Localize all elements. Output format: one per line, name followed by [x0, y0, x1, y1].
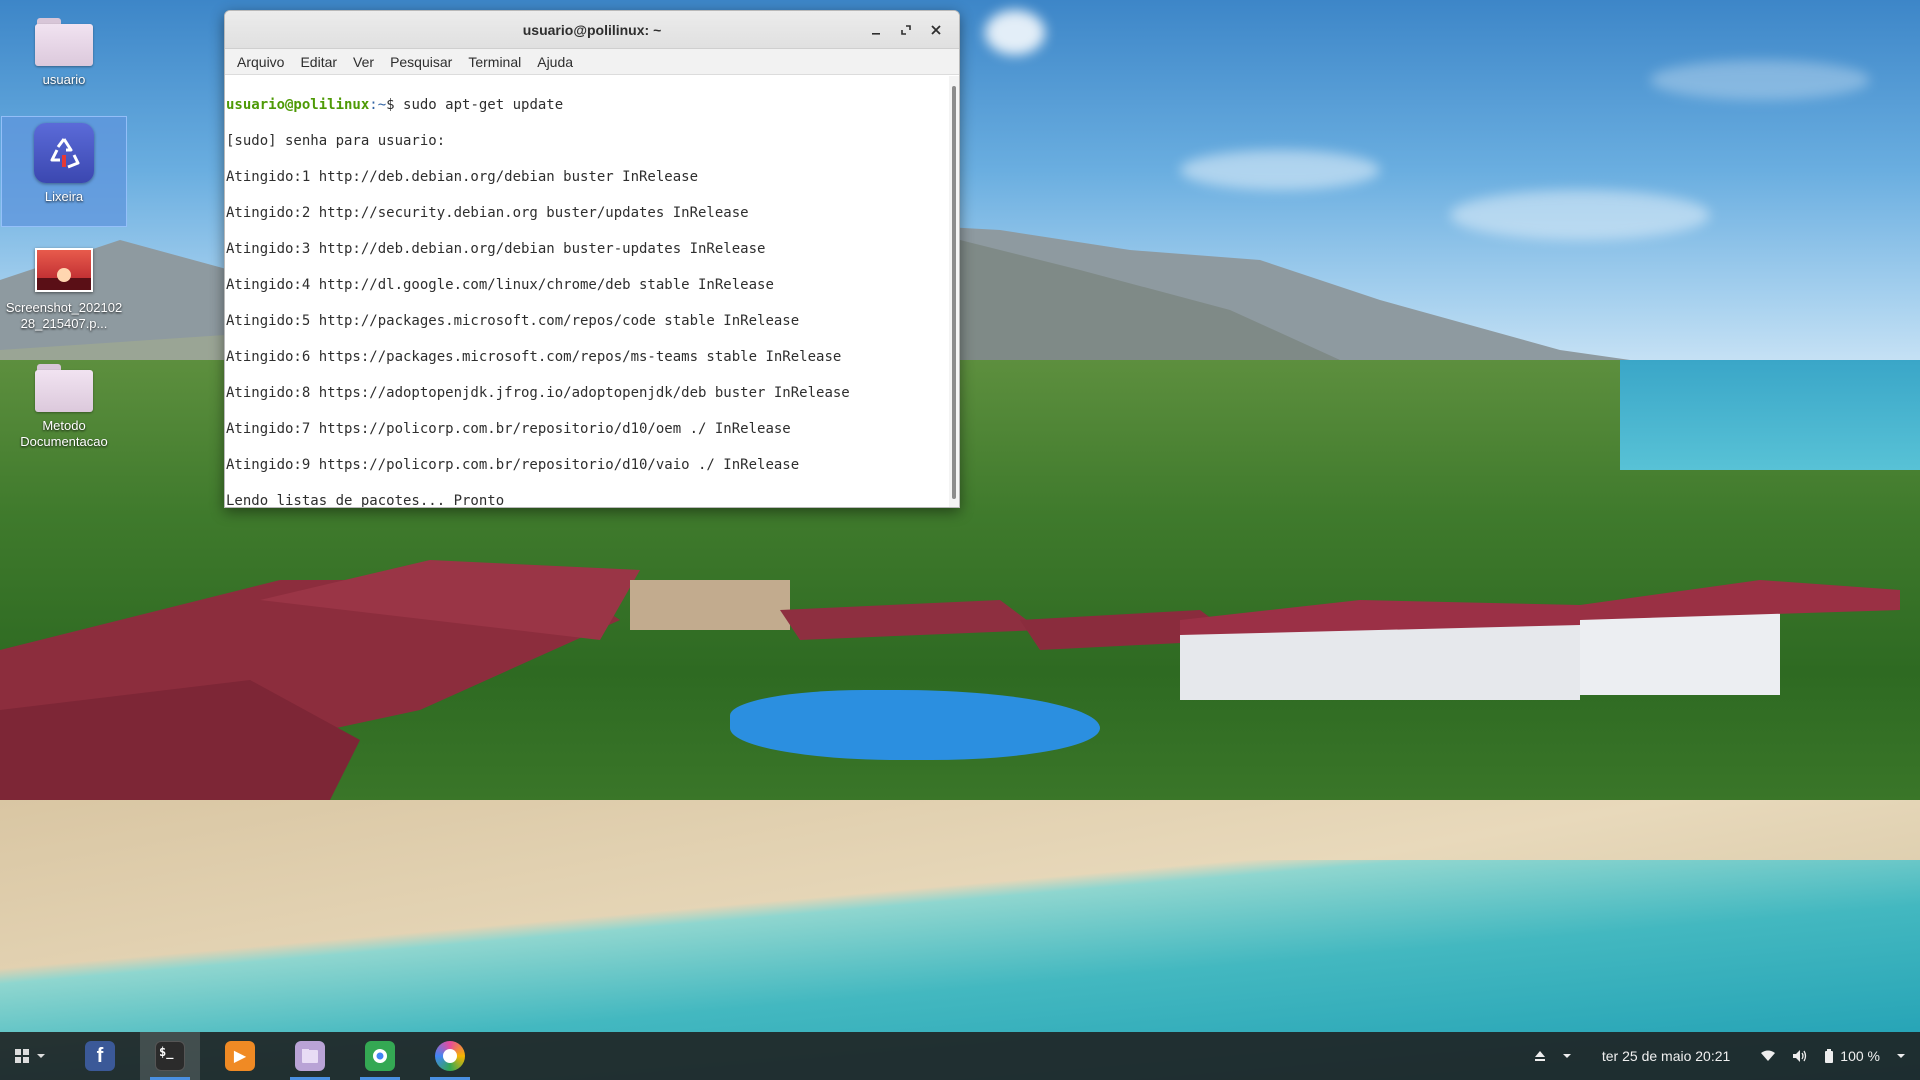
recycle-bin-icon [34, 123, 94, 183]
terminal-line: Lendo listas de pacotes... Pronto [226, 493, 505, 508]
menu-ver[interactable]: Ver [345, 54, 382, 70]
close-button[interactable] [921, 16, 951, 44]
menu-ajuda[interactable]: Ajuda [529, 54, 581, 70]
taskbar-chrome-web-store[interactable] [350, 1032, 410, 1080]
desktop-icon-trash[interactable]: Lixeira [1, 116, 127, 227]
folder-icon [35, 362, 93, 412]
taskbar-terminal[interactable]: $_ [140, 1032, 200, 1080]
desktop-icon-metodo-documentacao[interactable]: Metodo Documentacao [1, 352, 127, 450]
terminal-line: Atingido:8 https://adoptopenjdk.jfrog.io… [226, 385, 850, 401]
chevron-down-icon [1562, 1054, 1571, 1058]
folder-icon [35, 16, 93, 66]
window-titlebar[interactable]: usuario@polilinux: ~ [225, 11, 959, 49]
taskbar-color-app[interactable] [420, 1032, 480, 1080]
menu-terminal[interactable]: Terminal [460, 54, 529, 70]
play-icon: ▶ [225, 1041, 255, 1071]
terminal-line: Atingido:1 http://deb.debian.org/debian … [226, 169, 699, 185]
menu-pesquisar[interactable]: Pesquisar [382, 54, 460, 70]
desktop-icon-label: Lixeira [44, 189, 84, 204]
terminal-command-line: usuario@polilinux:~$ sudo apt-get update [226, 96, 949, 114]
tray-menu-button[interactable] [1554, 1051, 1580, 1061]
app-launcher-button[interactable] [0, 1032, 60, 1080]
terminal-line: Atingido:9 https://policorp.com.br/repos… [226, 457, 800, 473]
terminal-line: Atingido:2 http://security.debian.org bu… [226, 205, 749, 221]
system-tray: ter 25 de maio 20:21 100 % [1526, 1032, 1920, 1080]
menu-arquivo[interactable]: Arquivo [229, 54, 292, 70]
close-icon [931, 25, 941, 35]
terminal-command: sudo apt-get update [403, 97, 564, 113]
files-icon [295, 1041, 325, 1071]
power-menu-button[interactable] [1888, 1051, 1920, 1061]
taskbar-media-player[interactable]: ▶ [210, 1032, 270, 1080]
store-icon [365, 1041, 395, 1071]
terminal-menubar: Arquivo Editar Ver Pesquisar Terminal Aj… [225, 49, 959, 75]
minimize-icon [872, 33, 880, 35]
app-grid-icon [15, 1049, 29, 1063]
menu-editar[interactable]: Editar [292, 54, 345, 70]
clock[interactable]: ter 25 de maio 20:21 [1580, 1048, 1752, 1064]
desktop-icon-label: Screenshot_20210228_215407.p... [5, 300, 123, 331]
battery-indicator[interactable]: 100 % [1816, 1048, 1888, 1064]
wifi-indicator[interactable] [1752, 1050, 1784, 1062]
prompt-user: usuario@polilinux [226, 97, 370, 113]
chevron-down-icon [37, 1054, 45, 1058]
prompt-path: :~ [369, 97, 387, 113]
image-file-icon [35, 248, 93, 292]
desktop-icon-screenshot[interactable]: Screenshot_20210228_215407.p... [1, 240, 127, 332]
terminal-line: Atingido:6 https://packages.microsoft.co… [226, 349, 842, 365]
terminal-output[interactable]: usuario@polilinux:~$ sudo apt-get update… [225, 76, 949, 507]
desktop-icon-label: usuario [42, 72, 86, 87]
terminal-line: Atingido:3 http://deb.debian.org/debian … [226, 241, 766, 257]
taskbar: f $_ ▶ ter 25 de maio 20:21 100 % [0, 1032, 1920, 1080]
desktop-icon-label: Metodo Documentacao [20, 418, 108, 449]
terminal-line: [sudo] senha para usuario: [226, 133, 446, 149]
terminal-icon: $_ [155, 1041, 185, 1071]
color-wheel-icon [435, 1041, 465, 1071]
terminal-line: Atingido:7 https://policorp.com.br/repos… [226, 421, 791, 437]
taskbar-files[interactable] [280, 1032, 340, 1080]
terminal-line: Atingido:4 http://dl.google.com/linux/ch… [226, 277, 774, 293]
volume-indicator[interactable] [1784, 1049, 1816, 1063]
window-title: usuario@polilinux: ~ [522, 21, 662, 38]
maximize-icon [901, 25, 911, 35]
facebook-icon: f [85, 1041, 115, 1071]
battery-level: 100 % [1840, 1048, 1880, 1064]
terminal-scrollbar[interactable] [949, 76, 959, 507]
volume-icon [1793, 1050, 1807, 1062]
battery-icon [1825, 1049, 1834, 1063]
prompt-symbol: $ [386, 97, 404, 113]
wifi-icon [1761, 1050, 1776, 1061]
taskbar-facebook[interactable]: f [70, 1032, 130, 1080]
terminal-line: Atingido:5 http://packages.microsoft.com… [226, 313, 800, 329]
desktop-icon-home-folder[interactable]: usuario [1, 6, 127, 88]
eject-button[interactable] [1526, 1050, 1554, 1062]
eject-icon [1534, 1051, 1545, 1061]
minimize-button[interactable] [861, 16, 891, 44]
terminal-window[interactable]: usuario@polilinux: ~ Arquivo Editar Ver … [224, 10, 960, 508]
chevron-down-icon [1897, 1054, 1905, 1058]
maximize-button[interactable] [891, 16, 921, 44]
